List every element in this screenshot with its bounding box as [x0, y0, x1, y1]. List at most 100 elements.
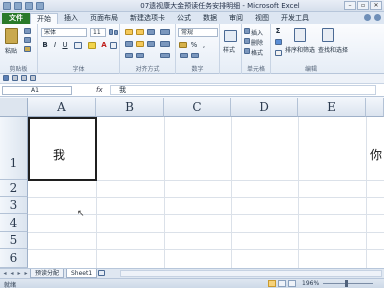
tab-insert[interactable]: 插入 [58, 13, 84, 24]
help-icon[interactable] [364, 14, 371, 21]
decrease-indent-icon[interactable] [125, 53, 133, 58]
page-break-view-icon[interactable] [288, 280, 296, 287]
tab-formulas[interactable]: 公式 [171, 13, 197, 24]
align-center-icon[interactable] [136, 41, 144, 47]
tab-developer[interactable]: 开发工具 [275, 13, 315, 24]
align-top-icon[interactable] [125, 29, 133, 35]
prev-sheet-icon[interactable]: ◂ [9, 270, 15, 277]
sort-filter-icon[interactable] [294, 28, 306, 42]
column-header-f[interactable] [366, 98, 384, 117]
sort-filter-button[interactable]: 排序和筛选 [285, 45, 315, 54]
tab-file[interactable]: 文件 [2, 13, 30, 24]
bold-button[interactable]: B [41, 41, 49, 49]
number-format-select[interactable]: 常规 [178, 28, 218, 37]
normal-view-icon[interactable] [268, 280, 276, 287]
comma-button[interactable]: , [200, 41, 208, 49]
autosum-button[interactable]: Σ [274, 27, 282, 35]
formula-input[interactable]: 我 [110, 85, 376, 95]
insert-button[interactable]: 插入 [251, 28, 263, 37]
merge-center-icon[interactable] [160, 53, 170, 58]
close-icon[interactable]: ✕ [370, 1, 382, 10]
italic-button[interactable]: I [51, 41, 59, 49]
format-cells-icon[interactable] [244, 48, 250, 54]
horizontal-scrollbar[interactable] [120, 270, 382, 277]
redo-small-icon[interactable] [21, 75, 27, 81]
row-header-3[interactable]: 3 [0, 197, 28, 214]
percent-button[interactable]: % [190, 41, 198, 49]
shrink-font-icon[interactable] [114, 30, 118, 35]
fill-color-icon[interactable] [88, 42, 96, 49]
find-select-button[interactable]: 查找和选择 [318, 45, 348, 54]
orientation-icon[interactable] [160, 29, 170, 35]
font-size-select[interactable]: 11 [90, 28, 106, 37]
cut-icon[interactable] [24, 28, 31, 34]
row-header-1[interactable]: 1 [0, 117, 28, 180]
increase-decimal-icon[interactable] [180, 53, 188, 58]
find-select-icon[interactable] [322, 28, 334, 42]
cell-f1[interactable]: 你 [370, 146, 382, 163]
delete-button[interactable]: 删除 [251, 38, 263, 47]
grow-font-icon[interactable] [109, 29, 113, 35]
row-header-5[interactable]: 5 [0, 232, 28, 249]
wrap-text-icon[interactable] [160, 41, 170, 47]
column-header-c[interactable]: C [164, 98, 231, 117]
copy-icon[interactable] [24, 37, 31, 43]
page-layout-view-icon[interactable] [278, 280, 286, 287]
name-box[interactable]: A1 [2, 86, 72, 95]
tab-page-layout[interactable]: 页面布局 [84, 13, 124, 24]
insert-cells-icon[interactable] [244, 28, 250, 34]
undo-icon[interactable] [25, 2, 33, 10]
underline-button[interactable]: U [61, 41, 69, 49]
zoom-level[interactable]: 196% [302, 280, 319, 287]
delete-cells-icon[interactable] [244, 38, 250, 44]
font-color-button[interactable]: A [100, 41, 108, 49]
border-icon[interactable] [74, 42, 82, 49]
row-header-2[interactable]: 2 [0, 180, 28, 197]
column-header-e[interactable]: E [298, 98, 366, 117]
cell-a1[interactable]: 我 [53, 146, 65, 163]
format-button[interactable]: 格式 [251, 48, 263, 57]
worksheet-grid[interactable]: A B C D E 1 2 3 4 5 6 我 你 ↖ [0, 98, 384, 268]
restore-icon[interactable]: ▫ [357, 1, 369, 10]
row-header-6[interactable]: 6 [0, 249, 28, 268]
first-sheet-icon[interactable]: ◂ [2, 270, 8, 277]
save-small-icon[interactable] [3, 75, 9, 81]
tab-home[interactable]: 开始 [30, 13, 58, 24]
column-header-b[interactable]: B [96, 98, 164, 117]
column-header-a[interactable]: A [28, 98, 96, 117]
tab-data[interactable]: 数据 [197, 13, 223, 24]
insert-sheet-icon[interactable] [98, 270, 105, 276]
row-header-4[interactable]: 4 [0, 214, 28, 232]
paste-icon[interactable] [5, 28, 18, 44]
phonetic-icon[interactable] [110, 42, 117, 49]
undo-small-icon[interactable] [12, 75, 18, 81]
sheet-tab-preread[interactable]: 预读分配 [30, 269, 65, 278]
align-bottom-icon[interactable] [147, 29, 155, 35]
customize-qat-icon[interactable] [30, 75, 36, 81]
styles-button[interactable]: 样式 [223, 45, 235, 54]
increase-indent-icon[interactable] [136, 53, 144, 58]
minimize-icon[interactable]: – [344, 1, 356, 10]
next-sheet-icon[interactable]: ▸ [16, 270, 22, 277]
zoom-slider-thumb[interactable] [345, 280, 348, 287]
tab-review[interactable]: 审阅 [223, 13, 249, 24]
format-painter-icon[interactable] [24, 46, 31, 52]
fx-icon[interactable]: fx [96, 86, 103, 94]
ribbon-minimize-icon[interactable] [374, 14, 381, 21]
paste-button[interactable]: 粘贴 [5, 46, 17, 55]
styles-icon[interactable] [224, 30, 237, 42]
font-name-select[interactable]: 宋体 [41, 28, 87, 37]
excel-icon[interactable] [3, 2, 11, 10]
sheet-tab-sheet1[interactable]: Sheet1 [66, 269, 98, 278]
save-icon[interactable] [14, 2, 22, 10]
tab-view[interactable]: 视图 [249, 13, 275, 24]
zoom-slider[interactable] [323, 283, 373, 284]
align-left-icon[interactable] [125, 41, 133, 47]
fill-icon[interactable] [275, 39, 282, 45]
redo-icon[interactable] [36, 2, 44, 10]
align-middle-icon[interactable] [136, 29, 144, 35]
last-sheet-icon[interactable]: ▸ [23, 270, 29, 277]
decrease-decimal-icon[interactable] [191, 53, 199, 58]
align-right-icon[interactable] [147, 41, 155, 47]
column-header-d[interactable]: D [231, 98, 298, 117]
